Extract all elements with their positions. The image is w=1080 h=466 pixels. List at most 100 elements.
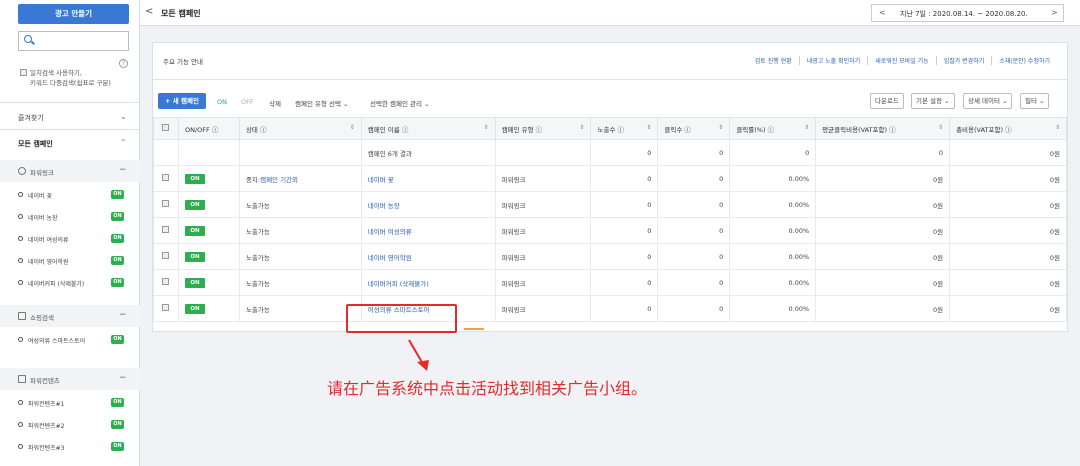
campaign-name-cell[interactable]: 여성의류 스마트스토어 xyxy=(360,295,496,322)
on-off-toggle[interactable]: ON xyxy=(184,303,205,314)
campaign-name-cell[interactable]: 네이버 여성의류 xyxy=(360,217,496,244)
table-row[interactable]: ON 노출가능 네이버커피 (삭제불가) 파워링크 0 0 0.00% 0원 0원 xyxy=(153,269,1067,296)
onoff-cell[interactable]: ON xyxy=(177,295,240,322)
campaign-name-link[interactable]: 네이버 꽃 xyxy=(368,176,394,184)
table-row[interactable]: ON 노출가능 네이버 농장 파워링크 0 0 0.00% 0원 0원 xyxy=(153,191,1067,218)
onoff-cell[interactable]: ON xyxy=(177,165,240,192)
row-select-cell[interactable] xyxy=(153,217,179,244)
date-range-picker[interactable]: < 지난 7일 : 2020.08.14. ~ 2020.08.20. > xyxy=(871,4,1064,22)
row-select-cell[interactable] xyxy=(153,191,179,218)
sidebar-all-campaigns[interactable]: 모든 캠페인 ⌃ xyxy=(0,132,140,154)
header-onoff[interactable]: ON/OFF ⓘ xyxy=(177,117,240,140)
sidebar-group-shopping[interactable]: 쇼핑검색 − xyxy=(0,305,140,327)
header-campaign-type[interactable]: 캠페인 유형 ⓘ ⇕ xyxy=(494,117,592,140)
header-impressions[interactable]: 노출수 ⓘ ⇕ xyxy=(590,117,659,140)
sidebar-group-powercontents[interactable]: 파워컨텐츠 − xyxy=(0,368,140,390)
campaign-type-cell: 파워링크 xyxy=(494,243,592,270)
row-checkbox[interactable] xyxy=(162,278,170,285)
sidebar-item[interactable]: 파워컨텐츠#2 ON xyxy=(0,414,140,436)
table-row[interactable]: ON 중지:캠페인 기간외 네이버 꽃 파워링크 0 0 0.00% 0원 0원 xyxy=(153,165,1067,192)
table-row[interactable]: ON 노출가능 여성의류 스마트스토어 파워링크 0 0 0.00% 0원 0원 xyxy=(153,295,1067,322)
date-prev-button[interactable]: < xyxy=(879,8,886,17)
on-button[interactable]: ON xyxy=(217,98,227,106)
sidebar-item[interactable]: 네이버 농장 ON xyxy=(0,206,140,228)
table-row[interactable]: ON 노출가능 네이버 여성의류 파워링크 0 0 0.00% 0원 0원 xyxy=(153,217,1067,244)
search-input[interactable] xyxy=(18,31,129,51)
guide-link[interactable]: 입찰가 변경하기 xyxy=(935,56,992,65)
sidebar-favorites[interactable]: 즐겨찾기 ⌄ xyxy=(0,106,140,128)
header-avg-cpc[interactable]: 평균클릭비용(VAT포함) ⓘ ⇕ xyxy=(815,117,951,140)
campaign-name-link[interactable]: 네이버 농장 xyxy=(368,202,400,210)
chevron-left-icon[interactable]: < xyxy=(145,6,153,17)
header-campaign-name[interactable]: 캠페인 이름 ⓘ ⇕ xyxy=(360,117,496,140)
campaign-manage-select[interactable]: 선택한 캠페인 관리 ⌄ xyxy=(370,98,430,108)
detail-data-select[interactable]: 상세 데이터 ⌄ xyxy=(963,93,1013,109)
row-checkbox[interactable] xyxy=(162,200,170,207)
select-all-cell[interactable] xyxy=(153,117,179,140)
guide-link[interactable]: 내광고 노출 확인하기 xyxy=(798,56,868,65)
campaign-type-select[interactable]: 캠페인 유형 선택 ⌄ xyxy=(295,98,349,108)
row-checkbox[interactable] xyxy=(162,304,170,311)
campaign-name-cell[interactable]: 네이버 꽃 xyxy=(360,165,496,192)
help-icon[interactable]: ? xyxy=(119,59,128,68)
header-clicks[interactable]: 클릭수 ⓘ ⇕ xyxy=(657,117,731,140)
guide-link[interactable]: 새로워진 모바일 기능 xyxy=(867,56,936,65)
exact-search-option[interactable]: 일치검색 사용하기, 키워드 다중검색(쉼표로 구분) xyxy=(20,68,111,88)
on-off-toggle[interactable]: ON xyxy=(184,225,205,236)
row-checkbox[interactable] xyxy=(162,226,170,233)
collapse-icon[interactable]: − xyxy=(119,373,127,383)
date-range-text[interactable]: 지난 7일 : 2020.08.14. ~ 2020.08.20. xyxy=(900,9,1028,19)
sidebar-item[interactable]: 네이버 꽃 ON xyxy=(0,184,140,206)
campaign-name-link[interactable]: 네이버 영어학원 xyxy=(368,254,412,262)
status-text: 노출가능 xyxy=(245,253,270,262)
status-cell: 노출가능 xyxy=(238,217,362,244)
onoff-cell[interactable]: ON xyxy=(177,191,240,218)
download-button[interactable]: 다운로드 xyxy=(870,93,904,109)
on-off-toggle[interactable]: ON xyxy=(184,277,205,288)
campaign-name-cell[interactable]: 네이버 농장 xyxy=(360,191,496,218)
create-ad-button[interactable]: 광고 만들기 xyxy=(18,4,129,24)
campaign-name-link[interactable]: 여성의류 스마트스토어 xyxy=(368,306,430,314)
header-total-cost[interactable]: 총비용(VAT포함) ⓘ ⇕ xyxy=(949,117,1067,140)
campaign-name-link[interactable]: 네이버 여성의류 xyxy=(368,228,412,236)
sidebar-item[interactable]: 파워컨텐츠#3 ON xyxy=(0,436,140,458)
cost-cell: 0원 xyxy=(949,191,1067,218)
onoff-cell[interactable]: ON xyxy=(177,243,240,270)
row-checkbox[interactable] xyxy=(162,174,170,181)
guide-link[interactable]: 소재(문안) 수정하기 xyxy=(991,56,1057,65)
date-next-button[interactable]: > xyxy=(1051,8,1058,17)
on-off-toggle[interactable]: ON xyxy=(184,173,205,184)
new-campaign-button[interactable]: + 새 캠페인 xyxy=(158,93,206,109)
collapse-icon[interactable]: − xyxy=(119,310,127,320)
sidebar-item[interactable]: 여성의류 스마트스토어 ON xyxy=(0,329,140,351)
onoff-cell[interactable]: ON xyxy=(177,217,240,244)
row-select-cell[interactable] xyxy=(153,269,179,296)
on-off-toggle[interactable]: ON xyxy=(184,251,205,262)
campaign-name-cell[interactable]: 네이버 영어학원 xyxy=(360,243,496,270)
row-select-cell[interactable] xyxy=(153,295,179,322)
sidebar-item[interactable]: 네이버 영어학원 ON xyxy=(0,250,140,272)
sidebar-item[interactable]: 네이버커피 (삭제불가) ON xyxy=(0,272,140,294)
sidebar-group-powerlink[interactable]: 파워링크 − xyxy=(0,160,140,182)
row-select-cell[interactable] xyxy=(153,165,179,192)
onoff-cell[interactable]: ON xyxy=(177,269,240,296)
exact-search-checkbox[interactable] xyxy=(20,69,27,76)
collapse-icon[interactable]: − xyxy=(119,165,127,175)
filter-select[interactable]: 필터 ⌄ xyxy=(1020,93,1050,109)
campaign-name-cell[interactable]: 네이버커피 (삭제불가) xyxy=(360,269,496,296)
delete-button[interactable]: 삭제 xyxy=(269,98,281,108)
sidebar-item[interactable]: 네이버 여성의류 ON xyxy=(0,228,140,250)
header-status[interactable]: 상태 ⓘ ⇕ xyxy=(238,117,362,140)
default-setting-select[interactable]: 기본 설정 ⌄ xyxy=(911,93,955,109)
row-select-cell[interactable] xyxy=(153,243,179,270)
status-link[interactable]: 캠페인 기간외 xyxy=(260,176,298,184)
select-all-checkbox[interactable] xyxy=(162,124,170,131)
guide-link[interactable]: 검토 진행 현황 xyxy=(748,56,799,65)
on-off-toggle[interactable]: ON xyxy=(184,199,205,210)
off-button[interactable]: OFF xyxy=(241,98,254,106)
campaign-name-link[interactable]: 네이버커피 (삭제불가) xyxy=(368,280,429,288)
table-row[interactable]: ON 노출가능 네이버 영어학원 파워링크 0 0 0.00% 0원 0원 xyxy=(153,243,1067,270)
row-checkbox[interactable] xyxy=(162,252,170,259)
sidebar-item[interactable]: 파워컨텐츠#1 ON xyxy=(0,392,140,414)
header-ctr[interactable]: 클릭률(%) ⓘ ⇕ xyxy=(729,117,817,140)
